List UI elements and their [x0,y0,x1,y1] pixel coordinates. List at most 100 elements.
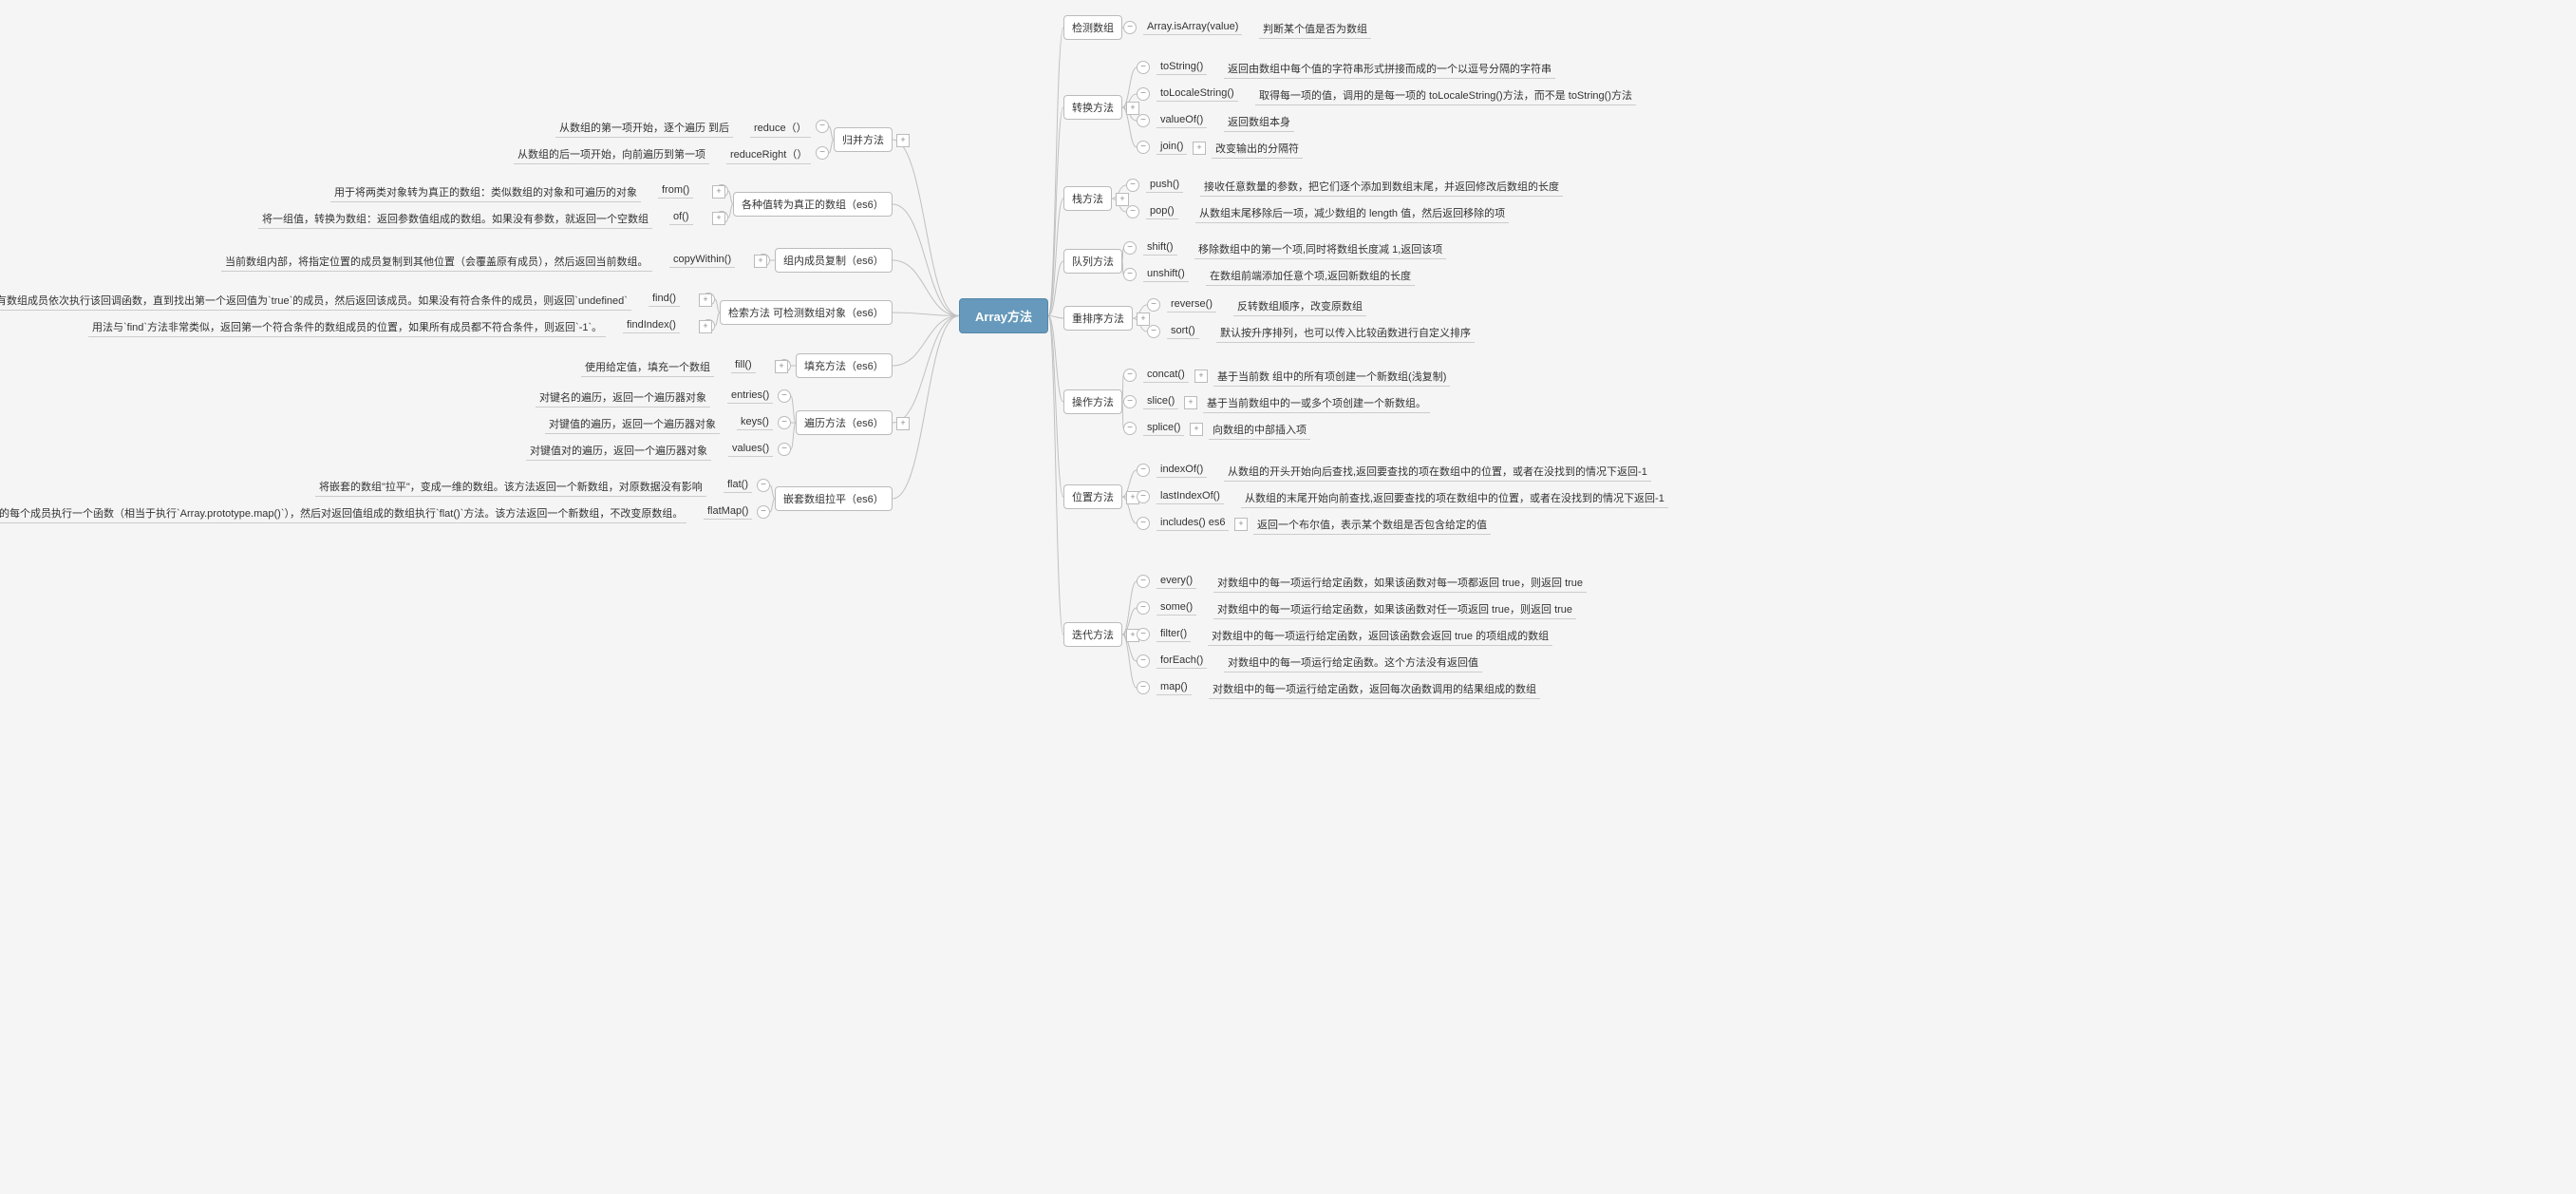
collapse-toggle[interactable] [1137,517,1150,530]
leaf-text: from() [658,182,693,199]
leaf-text: 从数组末尾移除后一项，减少数组的 length 值，然后返回移除的项 [1195,203,1509,223]
leaf-text: 改变输出的分隔符 [1212,139,1303,159]
expand-note[interactable] [1193,142,1206,155]
collapse-toggle[interactable] [1137,654,1150,668]
expand-note[interactable] [754,255,767,268]
collapse-toggle[interactable] [1123,395,1137,408]
leaf-text: map() [1156,679,1192,695]
collapse-toggle[interactable] [778,443,791,456]
leaf-text: 向数组的中部插入项 [1209,420,1310,440]
expand-note[interactable] [896,134,910,147]
collapse-toggle[interactable] [1123,422,1137,435]
collapse-toggle[interactable] [816,120,829,133]
leaf-text: slice() [1143,393,1178,409]
leaf-text: keys() [737,414,773,430]
branch-node[interactable]: 检索方法 可检测数组对象（es6） [720,300,893,325]
collapse-toggle[interactable] [1137,87,1150,101]
leaf-text: copyWithin() [669,252,735,268]
branch-node[interactable]: 检测数组 [1063,15,1122,40]
branch-node[interactable]: 位置方法 [1063,484,1122,509]
leaf-text: reduce（） [750,118,811,138]
leaf-text: toLocaleString() [1156,85,1238,102]
collapse-toggle[interactable] [1137,114,1150,127]
collapse-toggle[interactable] [1126,205,1139,218]
branch-node[interactable]: 操作方法 [1063,389,1122,414]
branch-node[interactable]: 各种值转为真正的数组（es6） [733,192,893,217]
expand-note[interactable] [1184,396,1197,409]
leaf-text: 移除数组中的第一个项,同时将数组长度减 1,返回该项 [1194,239,1446,259]
leaf-text: 对数组中的每一项运行给定函数，返回该函数会返回 true 的项组成的数组 [1208,626,1552,646]
leaf-text: 接收任意数量的参数，把它们逐个添加到数组末尾，并返回修改后数组的长度 [1200,177,1563,197]
expand-note[interactable] [775,360,788,373]
collapse-toggle[interactable] [1137,61,1150,74]
leaf-text: flat() [724,477,752,493]
leaf-text: Array.isArray(value) [1143,19,1242,35]
branch-node[interactable]: 队列方法 [1063,249,1122,274]
collapse-toggle[interactable] [1147,325,1160,338]
collapse-toggle[interactable] [1147,298,1160,312]
branch-node[interactable]: 迭代方法 [1063,622,1122,647]
collapse-toggle[interactable] [816,146,829,160]
expand-note[interactable] [699,320,712,333]
leaf-text: push() [1146,177,1183,193]
collapse-toggle[interactable] [778,416,791,429]
root-label: Array方法 [975,310,1032,324]
collapse-toggle[interactable] [1123,21,1137,34]
expand-note[interactable] [1194,370,1208,383]
leaf-text: 返回由数组中每个值的字符串形式拼接而成的一个以逗号分隔的字符串 [1224,59,1555,79]
branch-node[interactable]: 转换方法 [1063,95,1122,120]
expand-note[interactable] [712,185,725,199]
leaf-text: filter() [1156,626,1191,642]
collapse-toggle[interactable] [1137,141,1150,154]
collapse-toggle[interactable] [1126,179,1139,192]
expand-note[interactable] [712,212,725,225]
branch-node[interactable]: 栈方法 [1063,186,1112,211]
expand-note[interactable] [1137,313,1150,326]
leaf-text: indexOf() [1156,462,1207,478]
root-node[interactable]: Array方法 [959,298,1048,333]
leaf-text: 用于将两类对象转为真正的数组：类似数组的对象和可遍历的对象 [330,182,641,202]
leaf-text: of() [669,209,693,225]
collapse-toggle[interactable] [1123,241,1137,255]
collapse-toggle[interactable] [1137,601,1150,615]
collapse-toggle[interactable] [778,389,791,403]
leaf-text: 对数组中的每一项运行给定函数，如果该函数对每一项都返回 true，则返回 tru… [1213,573,1587,593]
collapse-toggle[interactable] [1137,681,1150,694]
collapse-toggle[interactable] [1123,369,1137,382]
leaf-text: shift() [1143,239,1177,256]
collapse-toggle[interactable] [1137,490,1150,503]
expand-note[interactable] [699,294,712,307]
leaf-text: 对键名的遍历，返回一个遍历器对象 [536,388,710,407]
expand-note[interactable] [1234,518,1248,531]
expand-note[interactable] [1126,102,1139,115]
leaf-text: 从数组的末尾开始向前查找,返回要查找的项在数组中的位置，或者在没找到的情况下返回… [1241,488,1668,508]
leaf-text: 默认按升序排列，也可以传入比较函数进行自定义排序 [1216,323,1475,343]
branch-node[interactable]: 嵌套数组拉平（es6） [775,486,893,511]
leaf-text: 当前数组内部，将指定位置的成员复制到其他位置（会覆盖原有成员），然后返回当前数组… [221,252,652,272]
collapse-toggle[interactable] [757,479,770,492]
leaf-text: entries() [727,388,773,404]
collapse-toggle[interactable] [1137,628,1150,641]
leaf-text: 对原数组的每个成员执行一个函数（相当于执行`Array.prototype.ma… [0,503,686,523]
collapse-toggle[interactable] [757,505,770,519]
leaf-text: 对数组中的每一项运行给定函数，如果该函数对任一项返回 true，则返回 true [1213,599,1576,619]
leaf-text: 对数组中的每一项运行给定函数。这个方法没有返回值 [1224,653,1482,673]
collapse-toggle[interactable] [1137,464,1150,477]
leaf-text: reduceRight（） [726,144,811,164]
branch-node[interactable]: 重排序方法 [1063,306,1133,331]
leaf-text: reverse() [1167,296,1216,313]
branch-node[interactable]: 归并方法 [834,127,893,152]
leaf-text: join() [1156,139,1187,155]
leaf-text: toString() [1156,59,1207,75]
branch-node[interactable]: 组内成员复制（es6） [775,248,893,273]
expand-note[interactable] [896,417,910,430]
expand-note[interactable] [1116,193,1129,206]
expand-note[interactable] [1190,423,1203,436]
leaf-text: 返回一个布尔值，表示某个数组是否包含给定的值 [1253,515,1491,535]
branch-node[interactable]: 填充方法（es6） [796,353,893,378]
leaf-text: some() [1156,599,1196,616]
collapse-toggle[interactable] [1123,268,1137,281]
leaf-text: 对键值对的遍历，返回一个遍历器对象 [526,441,711,461]
branch-node[interactable]: 遍历方法（es6） [796,410,893,435]
collapse-toggle[interactable] [1137,575,1150,588]
